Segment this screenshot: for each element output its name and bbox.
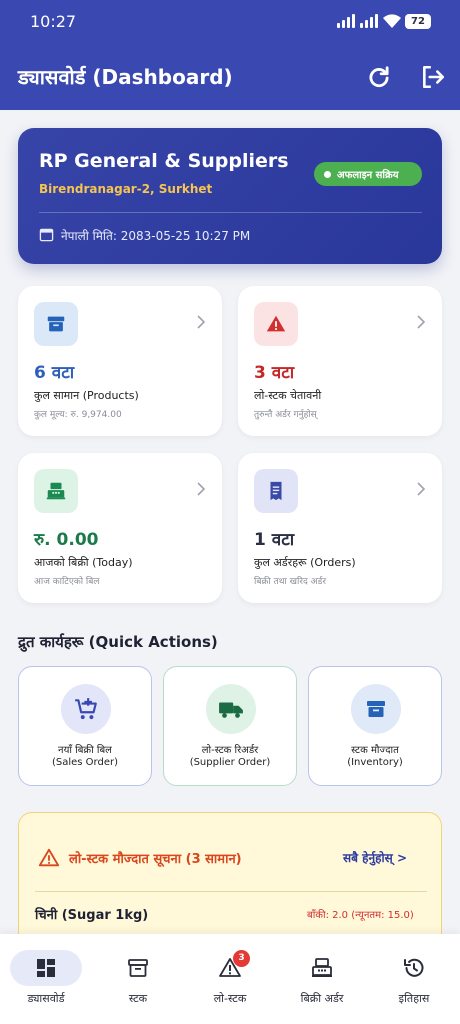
battery-indicator: 72 [405,14,431,29]
business-card: RP General & Suppliers Birendranagar-2, … [18,128,442,264]
signal-icon-2 [360,14,378,28]
nav-label: स्टक [128,992,148,1005]
status-badge: अफलाइन सक्रिय [314,162,422,186]
calendar-icon [39,228,54,242]
nav-label: लो-स्टक [213,992,247,1005]
stat-card-today-sales[interactable]: रु. 0.00 आजको बिक्री (Today) आज काटिएको … [18,453,222,603]
stat-sub: कुल मूल्य: रु. 9,974.00 [34,410,122,420]
business-address: Birendranagar-2, Surkhet [39,182,213,196]
stat-card-low-stock[interactable]: 3 वटा लो-स्टक चेतावनी तुरुन्तै अर्डर गर्… [238,286,442,436]
bottom-nav: ड्यासवोर्ड स्टक 3 लो-स्टक बिक्री अर्डर इ… [0,934,460,1024]
sales-order-button[interactable]: नयाँ बिक्री बिल (Sales Order) [18,666,152,786]
wifi-icon [383,14,401,28]
business-name: RP General & Suppliers [39,150,289,172]
inventory-button[interactable]: स्टक मौज्दात (Inventory) [308,666,442,786]
low-stock-item-remaining: बाँकी: 2.0 (न्यूनतम: 15.0) [307,910,414,921]
receipt-icon [254,469,298,513]
stat-label: लो-स्टक चेतावनी [254,389,322,402]
archive-icon [351,684,401,734]
nav-item-history[interactable]: इतिहास [368,934,460,1024]
stat-sub: तुरुन्तै अर्डर गर्नुहोस् [254,410,317,420]
nav-label: इतिहास [398,992,430,1005]
chevron-right-icon [417,315,426,329]
chevron-right-icon [197,482,206,496]
stat-sub: बिक्री तथा खरिद अर्डर [254,577,327,587]
status-bar: 10:27 72 [0,0,460,44]
nav-item-low-stock[interactable]: 3 लो-स्टक [184,934,276,1024]
chevron-right-icon [417,482,426,496]
stat-card-orders[interactable]: 1 वटा कुल अर्डरहरू (Orders) बिक्री तथा ख… [238,453,442,603]
low-stock-item-name[interactable]: चिनी (Sugar 1kg) [35,905,148,923]
dashboard-icon [37,959,55,977]
truck-icon [206,684,256,734]
stat-card-products[interactable]: 6 वटा कुल सामान (Products) कुल मूल्य: रु… [18,286,222,436]
warning-icon [38,848,60,867]
archive-icon [128,959,148,977]
quick-action-sublabel: (Supplier Order) [189,757,271,768]
low-stock-title: लो-स्टक मौज्दात सूचना (3 सामान) [69,852,242,867]
supplier-order-button[interactable]: लो-स्टक रिअर्डर (Supplier Order) [163,666,297,786]
nav-item-stock[interactable]: स्टक [92,934,184,1024]
refresh-icon[interactable] [366,64,392,90]
stat-value: रु. 0.00 [34,530,99,550]
stat-value: 6 वटा [34,363,75,383]
stat-value: 1 वटा [254,530,295,550]
chevron-right-icon [197,315,206,329]
stat-label: कुल अर्डरहरू (Orders) [254,556,356,569]
cash-register-icon [312,958,332,977]
quick-actions-title: द्रुत कार्यहरू (Quick Actions) [18,633,218,651]
stat-value: 3 वटा [254,363,295,383]
cash-register-icon [34,469,78,513]
stat-sub: आज काटिएको बिल [34,577,100,587]
quick-action-sublabel: (Inventory) [347,757,403,768]
quick-action-sublabel: (Sales Order) [51,757,118,768]
archive-icon [34,302,78,346]
online-dot-icon [324,170,331,178]
nav-label: ड्यासवोर्ड [27,992,65,1005]
add-cart-icon [61,684,111,734]
divider [39,212,422,213]
quick-action-label: लो-स्टक रिअर्डर [201,745,259,756]
nav-item-sales-order[interactable]: बिक्री अर्डर [276,934,368,1024]
logout-icon[interactable] [420,64,446,90]
nav-item-dashboard[interactable]: ड्यासवोर्ड [0,934,92,1024]
signal-icon [337,14,355,28]
quick-action-label: नयाँ बिक्री बिल [58,745,112,756]
nav-label: बिक्री अर्डर [300,992,344,1005]
notification-badge: 3 [233,950,250,967]
quick-action-label: स्टक मौज्दात [351,745,399,756]
page-title: ड्यासवोर्ड (Dashboard) [18,65,233,89]
history-icon [404,958,424,977]
divider [35,891,427,892]
status-time: 10:27 [30,12,77,31]
warning-icon [254,302,298,346]
stat-label: आजको बिक्री (Today) [34,556,133,569]
app-header: 10:27 72 ड्यासवोर्ड (Dashboard) [0,0,460,110]
status-badge-label: अफलाइन सक्रिय [337,170,399,181]
stat-label: कुल सामान (Products) [34,389,139,402]
view-all-link[interactable]: सबै हेर्नुहोस् > [343,849,407,866]
nepali-date: नेपाली मिति: 2083-05-25 10:27 PM [61,229,251,243]
